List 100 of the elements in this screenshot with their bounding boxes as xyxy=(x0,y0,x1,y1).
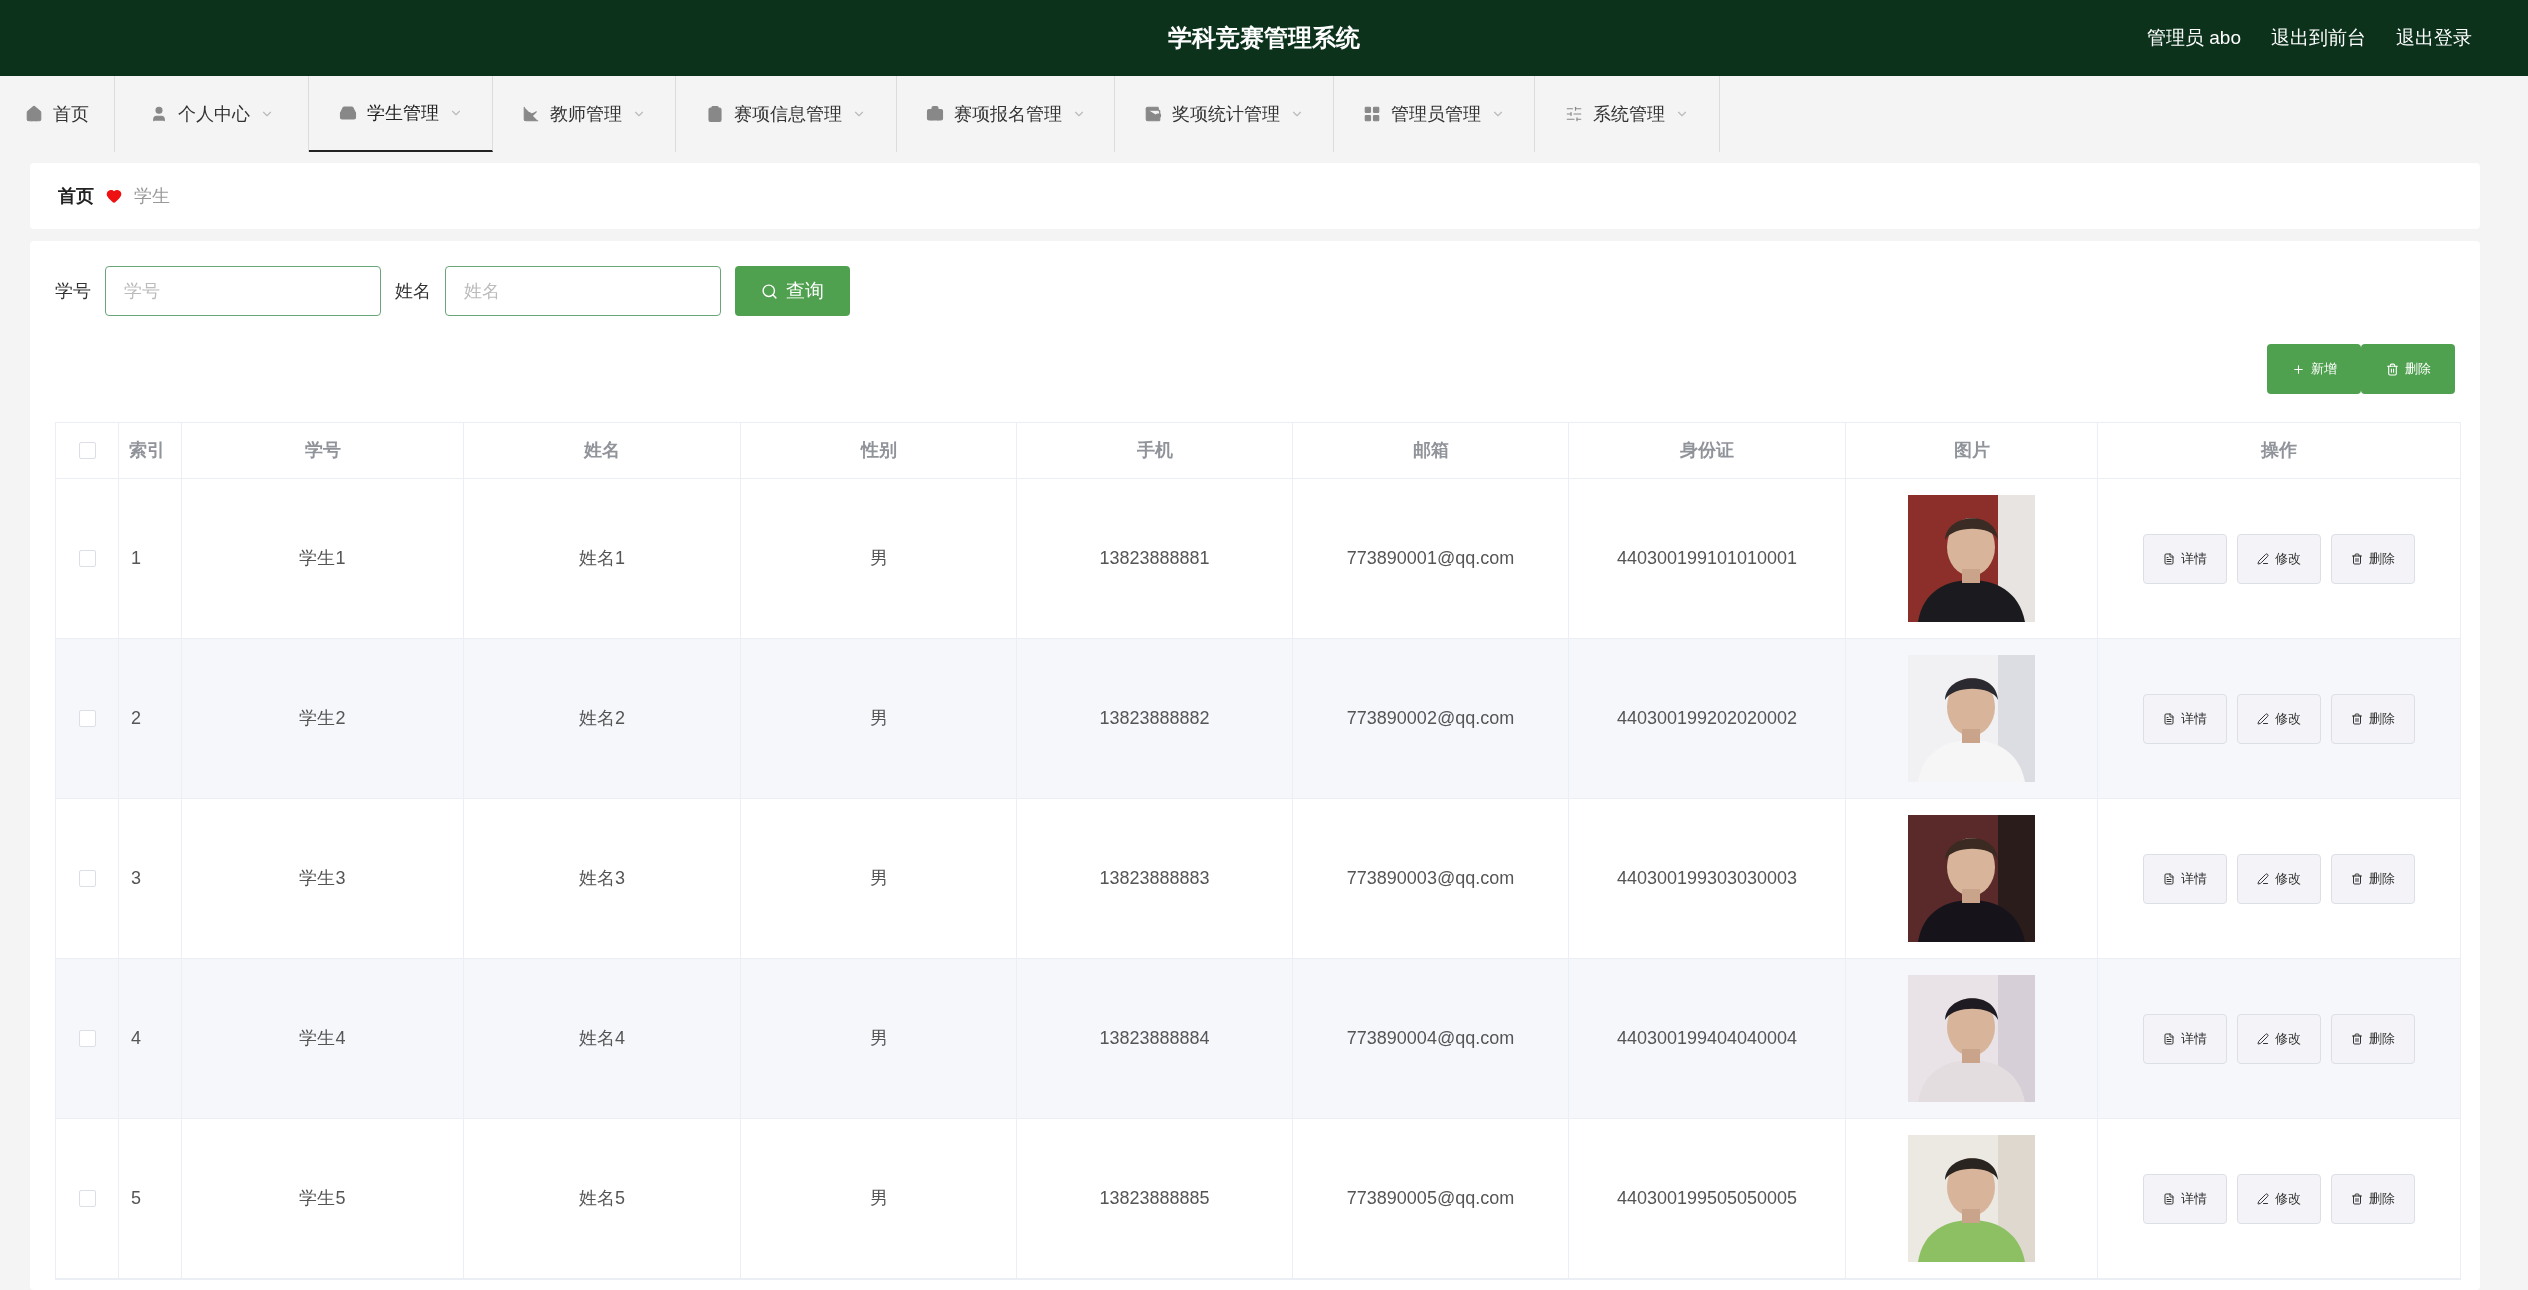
nav-tab[interactable]: 教师管理 xyxy=(493,76,676,152)
plus-icon xyxy=(2291,362,2305,376)
table-cell-text: 男 xyxy=(869,1187,888,1210)
delete-button[interactable]: 删除 xyxy=(2331,533,2415,584)
column-header: 图片 xyxy=(1953,439,1990,462)
tray-icon xyxy=(338,104,357,122)
table-cell-text: 13823888883 xyxy=(1099,867,1210,890)
pen-icon xyxy=(2257,712,2269,725)
grid-icon xyxy=(1363,105,1381,123)
table-cell-text: 学生4 xyxy=(299,1027,346,1050)
detail-button[interactable]: 详情 xyxy=(2143,1013,2227,1064)
table-cell-text: 440300199202020002 xyxy=(1616,707,1798,730)
nav-tab[interactable]: 管理员管理 xyxy=(1334,76,1535,152)
table-cell-text: 440300199101010001 xyxy=(1616,547,1798,570)
pen-icon xyxy=(2257,1032,2269,1045)
nav-tab[interactable]: 个人中心 xyxy=(115,76,309,152)
trash-icon xyxy=(2351,552,2363,565)
table-cell-text: 4 xyxy=(131,1027,141,1050)
pen-icon xyxy=(2257,872,2269,885)
detail-button[interactable]: 详情 xyxy=(2143,1173,2227,1224)
document-icon xyxy=(2163,1032,2175,1045)
row-checkbox[interactable] xyxy=(78,710,96,727)
table-cell-text: 姓名3 xyxy=(579,867,625,890)
table-cell-text: 2 xyxy=(131,707,141,730)
detail-button[interactable]: 详情 xyxy=(2143,533,2227,584)
table-cell-text: 1 xyxy=(131,547,141,570)
table-cell-text: 学生1 xyxy=(299,547,346,570)
nav-tab[interactable]: 赛项信息管理 xyxy=(676,76,897,152)
row-checkbox[interactable] xyxy=(78,870,96,887)
column-header: 身份证 xyxy=(1680,439,1734,462)
row-checkbox[interactable] xyxy=(78,1030,96,1047)
delete-button[interactable]: 删除 xyxy=(2331,1173,2415,1224)
detail-button[interactable]: 详情 xyxy=(2143,693,2227,744)
table-cell-text: 13823888884 xyxy=(1099,1027,1210,1050)
nav-tab[interactable]: 奖项统计管理 xyxy=(1115,76,1334,152)
user-link[interactable]: 管理员 abo xyxy=(2147,23,2241,53)
edit-button[interactable]: 修改 xyxy=(2237,1173,2321,1224)
document-icon xyxy=(2163,712,2175,725)
table-cell-text: 学生3 xyxy=(299,867,346,890)
field-label: 学号 xyxy=(55,279,91,303)
heart-icon xyxy=(106,188,122,204)
edit-button[interactable]: 修改 xyxy=(2237,853,2321,904)
app-title: 学科竞赛管理系统 xyxy=(1168,23,1360,53)
nav-tab[interactable]: 赛项报名管理 xyxy=(897,76,1115,152)
table-cell-text: 3 xyxy=(131,867,141,890)
table-cell-text: 773890001@qq.com xyxy=(1346,547,1515,570)
search-field[interactable]: 学号 xyxy=(105,266,381,316)
table-cell-text: 姓名4 xyxy=(579,1027,625,1050)
table-cell-text: 773890003@qq.com xyxy=(1346,867,1515,890)
trash-icon xyxy=(2351,712,2363,725)
column-header: 姓名 xyxy=(584,439,620,462)
search-icon xyxy=(761,282,778,300)
field-label: 姓名 xyxy=(395,279,431,303)
table-cell-text: 男 xyxy=(869,867,888,890)
delete-button[interactable]: 删除 xyxy=(2331,853,2415,904)
table-cell-text: 5 xyxy=(131,1187,141,1210)
column-header: 操作 xyxy=(2261,439,2297,462)
table-cell-text: 773890002@qq.com xyxy=(1346,707,1515,730)
breadcrumb-home[interactable]: 首页 xyxy=(58,182,94,210)
sliders-icon xyxy=(1565,105,1583,123)
edit-button[interactable]: 修改 xyxy=(2237,533,2321,584)
table-cell-text: 13823888882 xyxy=(1099,707,1210,730)
edit-button[interactable]: 修改 xyxy=(2237,693,2321,744)
document-icon xyxy=(2163,1192,2175,1205)
edit-button[interactable]: 修改 xyxy=(2237,1013,2321,1064)
table-cell-text: 姓名1 xyxy=(579,547,625,570)
table-cell-text: 男 xyxy=(869,1027,888,1050)
table-cell-text: 773890004@qq.com xyxy=(1346,1027,1515,1050)
table-cell-text: 男 xyxy=(869,547,888,570)
trash-icon xyxy=(2351,872,2363,885)
row-checkbox[interactable] xyxy=(78,1190,96,1207)
nav-tab[interactable]: 系统管理 xyxy=(1535,76,1720,152)
table-cell-text: 学生5 xyxy=(299,1187,346,1210)
column-header: 学号 xyxy=(304,439,341,462)
frontend-link[interactable]: 退出到前台 xyxy=(2271,23,2366,53)
pen-icon xyxy=(2257,1192,2269,1205)
document-icon xyxy=(2163,872,2175,885)
document-icon xyxy=(2163,552,2175,565)
detail-button[interactable]: 详情 xyxy=(2143,853,2227,904)
select-all-checkbox[interactable] xyxy=(78,442,96,459)
column-header: 邮箱 xyxy=(1412,439,1449,462)
home-icon xyxy=(25,105,43,123)
nav-tab[interactable]: 学生管理 xyxy=(309,76,493,152)
row-checkbox[interactable] xyxy=(78,550,96,567)
delete-button[interactable]: 删除 xyxy=(2331,1013,2415,1064)
logout-link[interactable]: 退出登录 xyxy=(2396,23,2472,53)
column-header: 手机 xyxy=(1136,439,1173,462)
delete-button[interactable]: 删除 xyxy=(2331,693,2415,744)
table-cell-text: 440300199404040004 xyxy=(1616,1027,1798,1050)
table-cell-text: 13823888885 xyxy=(1099,1187,1210,1210)
search-field[interactable]: 姓名 xyxy=(445,266,721,316)
briefcase-icon xyxy=(925,105,944,123)
table-cell-text: 440300199303030003 xyxy=(1616,867,1798,890)
table-cell-text: 773890005@qq.com xyxy=(1346,1187,1515,1210)
nav-tab[interactable]: 首页 xyxy=(0,76,115,152)
table-cell-text: 男 xyxy=(869,707,888,730)
wallet-icon xyxy=(1144,105,1162,123)
table-cell-text: 13823888881 xyxy=(1099,547,1210,570)
table-cell-text: 姓名2 xyxy=(579,707,625,730)
table-cell-text: 学生2 xyxy=(299,707,346,730)
